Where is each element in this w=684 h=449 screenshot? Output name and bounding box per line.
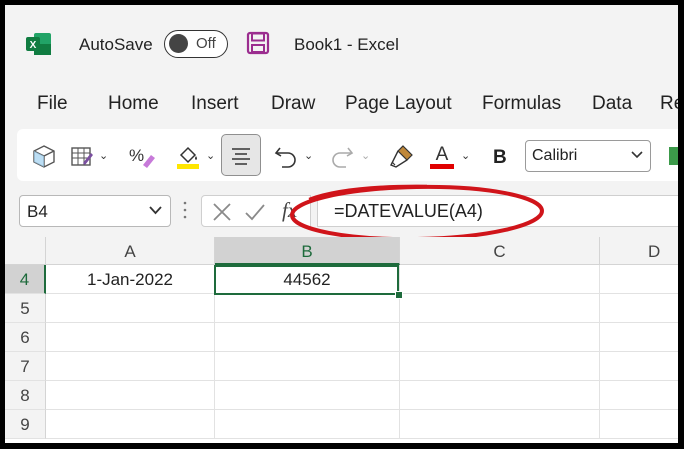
menu-data[interactable]: Data	[592, 93, 632, 115]
cell-c5[interactable]	[400, 294, 600, 323]
cell-d7[interactable]	[600, 352, 678, 381]
svg-text:A: A	[436, 144, 449, 165]
spreadsheet-grid: A B C D 4 5 6 7 8 9 1-Jan-2022 44562	[5, 237, 678, 443]
formula-bar: B4 fx =DATEVALUE(A4)	[5, 184, 678, 242]
excel-logo-icon: X	[26, 33, 51, 55]
chevron-down-icon[interactable]: ⌄	[206, 149, 215, 162]
formula-input[interactable]: =DATEVALUE(A4)	[317, 195, 678, 227]
column-header-b[interactable]: B	[215, 237, 400, 265]
cell-d8[interactable]	[600, 381, 678, 410]
autosave-toggle[interactable]: Off	[164, 30, 228, 58]
cell-c8[interactable]	[400, 381, 600, 410]
center-align-button[interactable]	[221, 134, 261, 176]
row-header-6[interactable]: 6	[5, 323, 46, 352]
cell-d5[interactable]	[600, 294, 678, 323]
cell-b9[interactable]	[215, 410, 400, 439]
name-box[interactable]: B4	[19, 195, 171, 227]
menu-review[interactable]: Re	[660, 93, 678, 115]
cell-b7[interactable]	[215, 352, 400, 381]
chevron-down-icon[interactable]: ⌄	[304, 149, 313, 162]
svg-text:X: X	[30, 40, 37, 51]
excel-window: X AutoSave Off Book1 - Excel File Home I…	[5, 5, 678, 443]
select-all-corner[interactable]	[5, 237, 46, 265]
menu-bar: File Home Insert Draw Page Layout Formul…	[5, 93, 678, 121]
chevron-down-icon[interactable]: ⌄	[99, 149, 108, 162]
formula-controls: fx	[201, 195, 311, 227]
cell-b6[interactable]	[215, 323, 400, 352]
row-header-8[interactable]: 8	[5, 381, 46, 410]
font-color-icon[interactable]: A	[429, 143, 455, 169]
cell-c9[interactable]	[400, 410, 600, 439]
cell-c4[interactable]	[400, 265, 600, 294]
cancel-icon[interactable]	[212, 202, 232, 222]
menu-file[interactable]: File	[37, 93, 68, 115]
align-center-icon	[232, 148, 250, 165]
cell-a8[interactable]	[46, 381, 215, 410]
formula-text: =DATEVALUE(A4)	[334, 201, 483, 221]
column-header-a[interactable]: A	[46, 237, 215, 265]
name-box-value: B4	[27, 202, 48, 221]
ribbon-toolbar: ⌄ % ⌄ ⌄ ⌄ A ⌄ B Calibri	[17, 129, 678, 181]
percent-style-icon[interactable]: %	[127, 143, 157, 169]
autosave-state: Off	[196, 35, 216, 52]
title-bar: X AutoSave Off Book1 - Excel	[5, 5, 678, 85]
cell-c7[interactable]	[400, 352, 600, 381]
row-header-5[interactable]: 5	[5, 294, 46, 323]
cell-a5[interactable]	[46, 294, 215, 323]
cell-d6[interactable]	[600, 323, 678, 352]
chevron-down-icon[interactable]: ⌄	[461, 149, 470, 162]
document-title: Book1 - Excel	[294, 35, 399, 54]
3d-cube-icon[interactable]	[31, 143, 57, 169]
splitter-dots-icon[interactable]	[183, 201, 187, 219]
chevron-down-icon	[149, 206, 162, 215]
cell-d9[interactable]	[600, 410, 678, 439]
chevron-down-icon[interactable]: ⌄	[361, 149, 370, 162]
cell-a6[interactable]	[46, 323, 215, 352]
menu-insert[interactable]: Insert	[191, 93, 239, 115]
bold-button[interactable]: B	[493, 147, 507, 169]
fill-color-icon[interactable]	[175, 143, 203, 169]
cell-a4[interactable]: 1-Jan-2022	[46, 265, 215, 294]
format-painter-icon[interactable]	[387, 143, 415, 169]
insert-function-button[interactable]: fx	[282, 198, 297, 223]
cell-b5[interactable]	[215, 294, 400, 323]
cell-d4[interactable]	[600, 265, 678, 294]
cell-a9[interactable]	[46, 410, 215, 439]
toggle-knob	[169, 34, 188, 53]
menu-draw[interactable]: Draw	[271, 93, 315, 115]
undo-icon[interactable]	[273, 143, 299, 169]
menu-page-layout[interactable]: Page Layout	[345, 93, 452, 115]
row-header-4[interactable]: 4	[5, 265, 46, 294]
cell-a7[interactable]	[46, 352, 215, 381]
row-header-7[interactable]: 7	[5, 352, 46, 381]
conditional-format-icon[interactable]	[669, 147, 678, 165]
autosave-label: AutoSave	[79, 35, 153, 54]
format-table-icon[interactable]	[69, 143, 95, 169]
fill-handle[interactable]	[395, 291, 403, 299]
chevron-down-icon	[631, 151, 643, 159]
menu-formulas[interactable]: Formulas	[482, 93, 561, 115]
font-name-select[interactable]: Calibri	[525, 140, 651, 172]
row-header-9[interactable]: 9	[5, 410, 46, 439]
menu-home[interactable]: Home	[108, 93, 159, 115]
enter-check-icon[interactable]	[244, 202, 266, 222]
column-header-c[interactable]: C	[400, 237, 600, 265]
redo-icon[interactable]	[329, 143, 355, 169]
column-header-d[interactable]: D	[600, 237, 678, 265]
cell-b8[interactable]	[215, 381, 400, 410]
cell-c6[interactable]	[400, 323, 600, 352]
save-icon[interactable]	[246, 31, 270, 55]
active-cell-border	[214, 265, 399, 295]
svg-text:%: %	[129, 146, 144, 165]
font-name-value: Calibri	[532, 147, 578, 164]
